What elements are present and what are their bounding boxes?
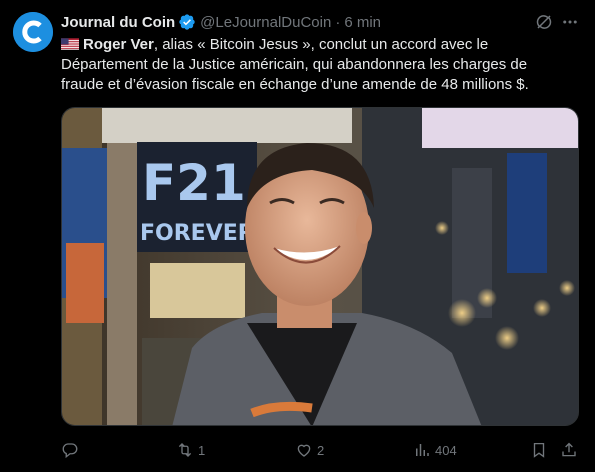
- reply-button[interactable]: [61, 440, 83, 460]
- photo-roger-ver: F21 FOREVER 21: [62, 108, 578, 425]
- journal-du-coin-logo: [13, 12, 53, 52]
- us-flag-icon: [61, 38, 79, 50]
- grok-icon[interactable]: [535, 13, 553, 31]
- more-options-icon[interactable]: [561, 13, 579, 31]
- heart-icon: [297, 444, 311, 457]
- reply-icon: [62, 443, 78, 459]
- bookmark-icon: [533, 442, 545, 458]
- share-icon: [562, 442, 576, 457]
- author-handle[interactable]: @LeJournalDuCoin: [200, 14, 331, 31]
- retweet-count: 1: [198, 442, 206, 458]
- like-button[interactable]: 2: [295, 440, 324, 460]
- tweet-header: Journal du Coin @LeJournalDuCoin · 6 min: [61, 12, 381, 32]
- tweet-text: Roger Ver, alias « Bitcoin Jesus », conc…: [61, 35, 561, 95]
- action-bar: 1 2 404: [61, 440, 581, 460]
- views-icon: [416, 444, 429, 456]
- tweet-image[interactable]: F21 FOREVER 21: [61, 107, 579, 426]
- share-button[interactable]: [560, 440, 578, 460]
- verified-badge-icon: [179, 14, 195, 30]
- tweet[interactable]: Journal du Coin @LeJournalDuCoin · 6 min…: [0, 0, 595, 472]
- views-count: 404: [435, 442, 457, 458]
- retweet-icon: [178, 443, 192, 457]
- views-button[interactable]: 404: [413, 440, 457, 460]
- like-count: 2: [317, 442, 325, 458]
- avatar[interactable]: [13, 12, 53, 52]
- bookmark-button[interactable]: [530, 440, 548, 460]
- tweet-bold-name: Roger Ver: [83, 36, 154, 53]
- timestamp[interactable]: 6 min: [344, 14, 381, 31]
- author-name[interactable]: Journal du Coin: [61, 14, 175, 31]
- separator-dot: ·: [335, 13, 341, 31]
- sign-f21: F21: [142, 154, 246, 212]
- retweet-button[interactable]: 1: [176, 440, 205, 460]
